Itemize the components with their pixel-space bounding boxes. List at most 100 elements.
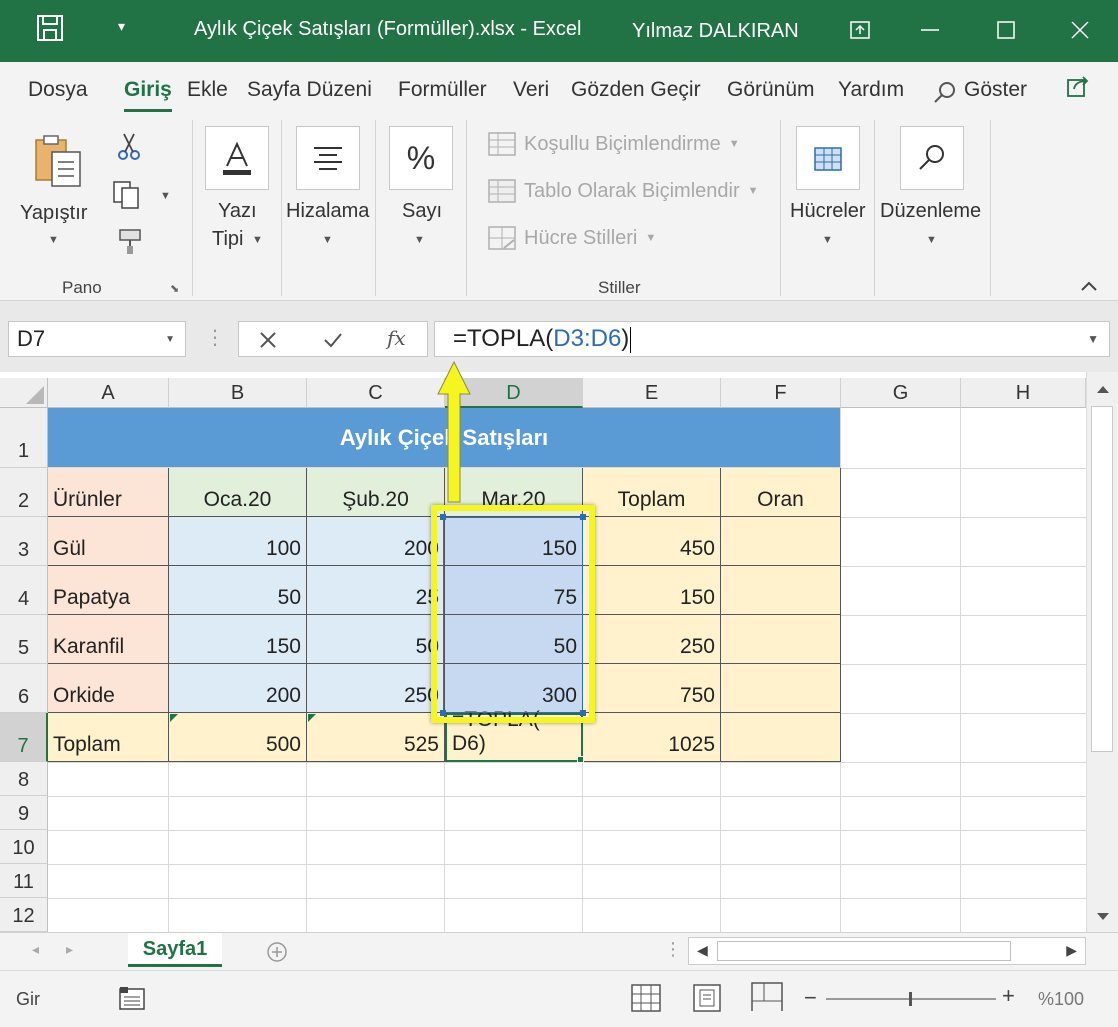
tab-gorunum[interactable]: Görünüm: [727, 78, 815, 102]
zoom-out-icon[interactable]: −: [804, 985, 817, 1011]
cell-f5[interactable]: [721, 615, 841, 664]
row-header-7[interactable]: 7: [0, 713, 48, 762]
cell-c7[interactable]: 525: [307, 713, 445, 762]
row-header-4[interactable]: 4: [0, 566, 48, 615]
cell-a3[interactable]: Gül: [48, 517, 169, 566]
cell-a7[interactable]: Toplam: [48, 713, 169, 762]
cell-e7[interactable]: 1025: [583, 713, 721, 762]
cell-a5[interactable]: Karanfil: [48, 615, 169, 664]
enter-check-icon[interactable]: [323, 331, 343, 349]
cells-dropdown-icon[interactable]: ▼: [822, 234, 833, 246]
cell-c5[interactable]: 50: [307, 615, 445, 664]
range-handle[interactable]: [580, 710, 586, 716]
cell-b2[interactable]: Oca.20: [169, 468, 307, 517]
cell-a2[interactable]: Ürünler: [48, 468, 169, 517]
sheet-tab-sayfa1[interactable]: Sayfa1: [128, 933, 222, 967]
conditional-formatting-button[interactable]: Koşullu Biçimlendirme ▼: [488, 132, 740, 156]
alignment-dropdown-icon[interactable]: ▼: [322, 234, 333, 246]
cell-e4[interactable]: 150: [583, 566, 721, 615]
row-header-2[interactable]: 2: [0, 468, 48, 517]
copy-dropdown-icon[interactable]: ▼: [160, 190, 171, 202]
name-box-dropdown-icon[interactable]: ▼: [165, 334, 175, 345]
column-header-h[interactable]: H: [961, 378, 1086, 408]
quick-access-dropdown-icon[interactable]: ▾: [118, 18, 125, 35]
row-header-8[interactable]: 8: [0, 762, 48, 796]
horizontal-scroll-thumb[interactable]: [717, 941, 1011, 961]
next-sheet-icon[interactable]: ▸: [66, 941, 73, 958]
row-header-9[interactable]: 9: [0, 796, 48, 830]
column-header-e[interactable]: E: [583, 378, 721, 408]
scroll-down-icon[interactable]: [1093, 906, 1113, 926]
cancel-icon[interactable]: [259, 331, 277, 349]
format-as-table-button[interactable]: Tablo Olarak Biçimlendir ▼: [488, 179, 759, 203]
editing-search-icon[interactable]: [900, 126, 964, 190]
cell-e3[interactable]: 450: [583, 517, 721, 566]
cell-a6[interactable]: Orkide: [48, 664, 169, 713]
row-header-1[interactable]: 1: [0, 408, 48, 468]
font-group-label[interactable]: Yazı: [218, 200, 257, 223]
user-name[interactable]: Yılmaz DALKIRAN: [632, 20, 799, 43]
cells-group-label[interactable]: Hücreler: [790, 200, 866, 223]
page-layout-icon[interactable]: [692, 983, 722, 1013]
cell-c2[interactable]: Şub.20: [307, 468, 445, 517]
close-icon[interactable]: [1060, 12, 1100, 48]
copy-icon[interactable]: [112, 180, 142, 210]
row-header-6[interactable]: 6: [0, 664, 48, 713]
tab-sayfa-duzeni[interactable]: Sayfa Düzeni: [247, 78, 372, 102]
collapse-ribbon-icon[interactable]: [1080, 280, 1098, 292]
name-box[interactable]: D7 ▼: [8, 321, 186, 357]
font-group-label-line2[interactable]: Tipi: [212, 228, 243, 251]
alignment-group-label[interactable]: Hizalama: [286, 200, 369, 223]
save-icon[interactable]: [36, 14, 64, 42]
cell-f3[interactable]: [721, 517, 841, 566]
insert-function-icon[interactable]: fx: [387, 326, 406, 350]
range-handle[interactable]: [440, 514, 446, 520]
percent-icon[interactable]: %: [389, 126, 453, 190]
ribbon-display-icon[interactable]: [840, 12, 880, 48]
prev-sheet-icon[interactable]: ◂: [32, 941, 39, 958]
dialog-launcher-icon[interactable]: ⬊: [170, 282, 179, 295]
paste-icon[interactable]: [34, 134, 84, 190]
range-handle[interactable]: [580, 514, 586, 520]
cell-e5[interactable]: 250: [583, 615, 721, 664]
tab-gozden-gecir[interactable]: Gözden Geçir: [571, 78, 701, 102]
column-header-c[interactable]: C: [307, 378, 445, 408]
select-all-corner[interactable]: [0, 378, 48, 408]
error-indicator-icon[interactable]: [170, 714, 178, 722]
search-icon[interactable]: [932, 80, 958, 106]
minimize-icon[interactable]: [910, 12, 950, 48]
cell-b6[interactable]: 200: [169, 664, 307, 713]
zoom-slider-thumb[interactable]: [909, 992, 912, 1006]
font-dropdown-icon[interactable]: ▼: [252, 234, 263, 246]
font-icon[interactable]: [205, 126, 269, 190]
zoom-level[interactable]: %100: [1038, 989, 1084, 1010]
scroll-left-icon[interactable]: ◀: [697, 942, 708, 959]
paste-button[interactable]: Yapıştır: [20, 202, 87, 225]
cell-e2[interactable]: Toplam: [583, 468, 721, 517]
editing-group-label[interactable]: Düzenleme: [880, 200, 981, 223]
worksheet-grid[interactable]: A B C D E F G H 1 2 3 4 5 6 7 8 9 10 11 …: [0, 372, 1086, 932]
cells-icon[interactable]: [796, 126, 860, 190]
row-header-5[interactable]: 5: [0, 615, 48, 664]
cell-a4[interactable]: Papatya: [48, 566, 169, 615]
cell-b7[interactable]: 500: [169, 713, 307, 762]
row-header-11[interactable]: 11: [0, 864, 48, 898]
tab-formuller[interactable]: Formüller: [398, 78, 487, 102]
maximize-icon[interactable]: [986, 12, 1026, 48]
editing-dropdown-icon[interactable]: ▼: [926, 234, 937, 246]
row-header-12[interactable]: 12: [0, 898, 48, 932]
macro-record-icon[interactable]: [118, 985, 148, 1011]
cell-c3[interactable]: 200: [307, 517, 445, 566]
scroll-thumb[interactable]: [1091, 406, 1113, 752]
align-icon[interactable]: [296, 126, 360, 190]
tab-giris[interactable]: Giriş: [124, 78, 172, 112]
tab-yardim[interactable]: Yardım: [838, 78, 904, 102]
cell-b3[interactable]: 100: [169, 517, 307, 566]
expand-formula-bar-icon[interactable]: ▼: [1087, 332, 1099, 346]
error-indicator-icon[interactable]: [308, 714, 316, 722]
column-header-f[interactable]: F: [721, 378, 841, 408]
row-header-3[interactable]: 3: [0, 517, 48, 566]
share-icon[interactable]: [1066, 74, 1090, 98]
cell-styles-button[interactable]: Hücre Stilleri ▼: [488, 226, 656, 250]
add-sheet-icon[interactable]: [266, 941, 288, 963]
